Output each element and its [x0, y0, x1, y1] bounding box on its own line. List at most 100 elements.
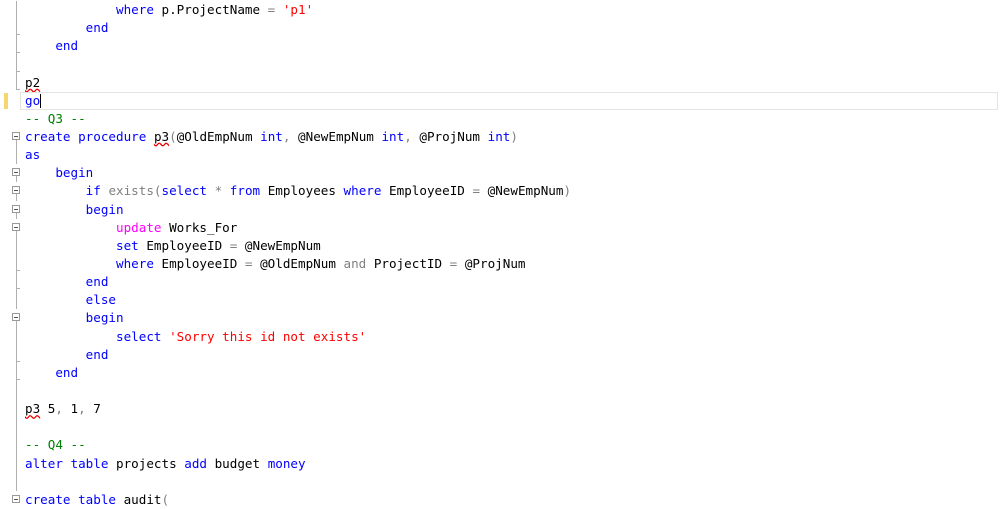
outline-tick — [16, 378, 20, 380]
code-text: alter table projects add budget money — [25, 455, 306, 473]
code-text: select 'Sorry this id not exists' — [25, 328, 366, 346]
keyword-token: go — [25, 92, 41, 108]
code-line[interactable]: select 'Sorry this id not exists' — [0, 327, 1000, 346]
code-line[interactable]: create procedure p3(@OldEmpNum int, @New… — [0, 128, 1000, 147]
code-line[interactable]: end — [0, 19, 1000, 38]
outline-line — [16, 381, 17, 401]
string-token: 'p1' — [282, 2, 314, 17]
keyword-token: select — [116, 328, 162, 344]
code-line[interactable]: -- Q4 -- — [0, 436, 1000, 455]
code-token: @NewEmpNum — [237, 237, 321, 253]
code-text: else — [25, 291, 116, 309]
code-token: and — [343, 255, 367, 271]
collapse-icon[interactable] — [12, 131, 20, 140]
code-line[interactable]: create table audit( — [0, 491, 1000, 509]
code-line[interactable]: set EmployeeID = @NewEmpNum — [0, 236, 1000, 255]
code-token: @OldEmpNum — [252, 255, 344, 271]
code-line[interactable]: begin — [0, 309, 1000, 328]
code-token: 5 — [40, 401, 56, 417]
current-code-line[interactable]: go — [0, 91, 1000, 110]
keyword-token: int — [260, 128, 283, 144]
outline-tick — [16, 34, 20, 36]
code-line[interactable]: p2 — [0, 73, 1000, 92]
keyword-token: where — [116, 2, 154, 17]
keyword-token: create — [25, 491, 71, 507]
outline-tick — [16, 288, 20, 290]
outline-line — [16, 146, 17, 165]
code-line[interactable]: end — [0, 37, 1000, 56]
comment-token: -- Q3 -- — [25, 110, 86, 126]
error-token: p2 — [25, 74, 41, 90]
code-token: Works_For — [161, 219, 238, 235]
code-text: -- Q4 -- — [25, 436, 86, 454]
code-text: end — [25, 19, 109, 37]
code-token: ( — [169, 128, 177, 144]
collapse-icon[interactable] — [12, 168, 20, 177]
code-line[interactable]: if exists(select * from Employees where … — [0, 182, 1000, 201]
code-line[interactable]: -- Q3 -- — [0, 110, 1000, 128]
code-text: update Works_For — [25, 219, 237, 237]
outline-line — [16, 436, 17, 455]
collapse-icon[interactable] — [12, 313, 20, 322]
keyword-token: begin — [85, 201, 124, 217]
collapse-icon[interactable] — [12, 186, 20, 195]
code-line[interactable]: end — [0, 363, 1000, 382]
outline-line — [16, 73, 17, 90]
collapse-icon[interactable] — [12, 494, 20, 503]
code-line[interactable]: alter table projects add budget money — [0, 454, 1000, 473]
code-line[interactable] — [0, 55, 1000, 74]
collapse-icon[interactable] — [12, 204, 20, 213]
sql-code-editor[interactable]: where p.ProjectName = 'p1' end end p2 go --… — [0, 1, 1000, 509]
code-token: , — [404, 128, 420, 144]
code-line[interactable]: update Works_For — [0, 219, 1000, 237]
code-line[interactable]: end — [0, 273, 1000, 292]
keyword-token: create — [25, 128, 71, 144]
code-line[interactable]: as — [0, 146, 1000, 165]
code-text: begin — [25, 309, 124, 327]
keyword-token: begin — [85, 310, 124, 326]
code-line[interactable]: where EmployeeID = @OldEmpNum and Projec… — [0, 254, 1000, 274]
keyword-token: end — [85, 274, 109, 290]
code-token: , — [55, 401, 71, 417]
outline-line — [16, 472, 17, 491]
code-token: , — [282, 128, 299, 144]
keyword-token: procedure — [78, 128, 147, 144]
code-token: EmployeeID — [153, 255, 245, 271]
outline-tick — [16, 360, 20, 362]
code-line[interactable]: where p.ProjectName = 'p1' — [0, 1, 1000, 20]
code-line[interactable]: begin — [0, 201, 1000, 219]
outline-tick — [16, 52, 20, 54]
keyword-token: end — [55, 364, 79, 380]
code-line[interactable]: else — [0, 291, 1000, 310]
code-line[interactable]: p3 5, 1, 7 — [0, 400, 1000, 419]
code-token: ) — [510, 128, 518, 144]
collapse-icon[interactable] — [12, 222, 20, 231]
code-text: -- Q3 -- — [25, 110, 86, 128]
keyword-token: if — [85, 183, 101, 199]
code-token: EmployeeID — [138, 237, 230, 253]
code-line[interactable] — [0, 418, 1000, 437]
code-line[interactable] — [0, 381, 1000, 401]
code-token: p.ProjectName — [153, 2, 268, 17]
code-token: @NewEmpNum — [298, 128, 382, 144]
keyword-token: select — [161, 183, 208, 199]
keyword-token: end — [85, 20, 109, 36]
code-text: set EmployeeID = @NewEmpNum — [25, 237, 321, 255]
code-token: ( — [161, 491, 170, 507]
code-line[interactable] — [0, 472, 1000, 491]
code-line[interactable]: end — [0, 345, 1000, 364]
code-line[interactable]: begin — [0, 164, 1000, 183]
code-token: ProjectID — [366, 255, 450, 271]
